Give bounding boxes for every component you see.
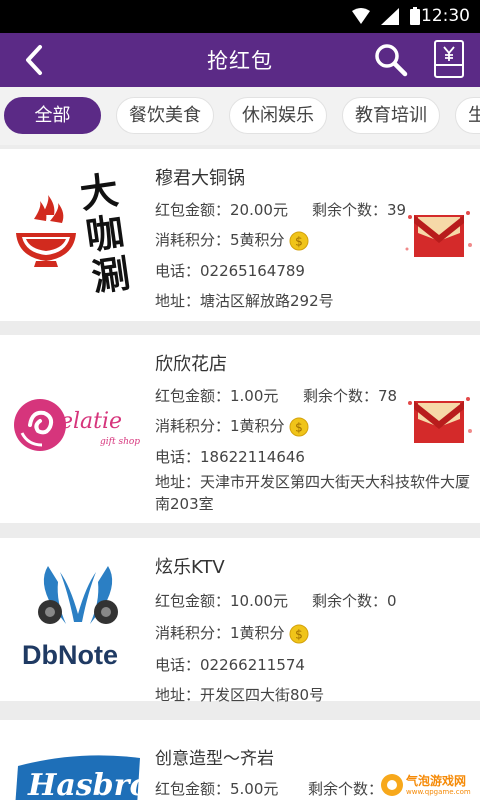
tab-all[interactable]: 全部 [4, 97, 101, 134]
coin-icon: $ [289, 231, 309, 250]
points-cost-row: 消耗积分：5黄积分 $ [155, 229, 309, 251]
red-envelope-icon[interactable] [404, 391, 474, 447]
tab-education[interactable]: 教育培训 [342, 97, 440, 134]
svg-text:$: $ [295, 420, 303, 434]
watermark: 气泡游戏网 www.qpgame.com [378, 770, 480, 800]
store-logo: Hasbro [8, 732, 148, 800]
packet-amount: 红包金额：1.00元 [155, 387, 279, 405]
points-cost-row: 消耗积分：1黄积分 $ [155, 622, 309, 644]
coin-icon: $ [289, 417, 309, 436]
svg-text:$: $ [295, 627, 303, 641]
svg-text:$: $ [295, 234, 303, 248]
tab-more[interactable]: 生 [455, 97, 480, 134]
signal-icon [381, 8, 399, 25]
points-cost: 消耗积分：1黄积分 [155, 417, 285, 435]
packet-amount: 红包金额：10.00元 [155, 592, 288, 610]
battery-icon [410, 7, 420, 25]
store-name: 创意造型～齐岩 [155, 749, 274, 769]
packet-amount: 红包金额：20.00元 [155, 201, 288, 219]
store-card[interactable]: 大咖涮 穆君大铜锅 红包金额：20.00元 剩余个数：39 消耗积分：5黄积分 $… [0, 149, 480, 321]
tab-food[interactable]: 餐饮美食 [116, 97, 214, 134]
red-envelope-icon[interactable] [404, 205, 474, 261]
phone: 电话：02265164789 [155, 262, 305, 280]
search-icon[interactable] [372, 41, 410, 79]
store-card[interactable]: elatie gift shop 欣欣花店 红包金额：1.00元 剩余个数：78… [0, 335, 480, 523]
remaining-count: 剩余个数：39 [312, 201, 407, 219]
category-tabs: 全部 餐饮美食 休闲娱乐 教育培训 生 [0, 87, 480, 145]
points-cost-row: 消耗积分：1黄积分 $ [155, 415, 309, 437]
remaining-count: 剩余个数：78 [303, 387, 398, 405]
packet-amount: 红包金额：5.00元 [155, 780, 279, 798]
store-name: 炫乐KTV [155, 557, 225, 578]
store-list: 大咖涮 穆君大铜锅 红包金额：20.00元 剩余个数：39 消耗积分：5黄积分 $… [0, 145, 480, 800]
address: 地址：塘沽区解放路292号 [155, 292, 334, 310]
red-packet-wallet-icon[interactable] [432, 39, 466, 79]
points-cost: 消耗积分：5黄积分 [155, 231, 285, 249]
wifi-icon [352, 8, 370, 24]
phone: 电话：18622114646 [155, 448, 305, 466]
store-name: 穆君大铜锅 [155, 168, 245, 189]
store-card[interactable]: DbNote 炫乐KTV 红包金额：10.00元 剩余个数：0 消耗积分：1黄积… [0, 538, 480, 792]
watermark-subtext: www.qpgame.com [406, 788, 471, 796]
status-bar: 12:30 [0, 0, 480, 33]
watermark-text: 气泡游戏网 [406, 774, 467, 788]
coin-icon: $ [289, 624, 309, 643]
tab-leisure[interactable]: 休闲娱乐 [229, 97, 327, 134]
phone: 电话：02266211574 [155, 656, 305, 674]
nav-bar: 抢红包 [0, 33, 480, 87]
points-cost: 消耗积分：1黄积分 [155, 624, 285, 642]
remaining-count: 剩余个数：0 [312, 592, 397, 610]
clock: 12:30 [421, 6, 470, 26]
store-logo: DbNote [8, 542, 148, 692]
address: 地址：天津市开发区第四大街天大科技软件大厦南203室 [155, 473, 471, 513]
store-name: 欣欣花店 [155, 354, 227, 375]
logo-text: Hasbro [28, 768, 148, 800]
logo-subtext: gift shop [100, 437, 141, 447]
store-logo: elatie gift shop [8, 353, 148, 503]
logo-text: elatie [60, 409, 123, 434]
logo-text: DbNote [22, 640, 118, 670]
store-logo: 大咖涮 [8, 157, 148, 307]
address: 地址：开发区四大街80号 [155, 686, 325, 704]
